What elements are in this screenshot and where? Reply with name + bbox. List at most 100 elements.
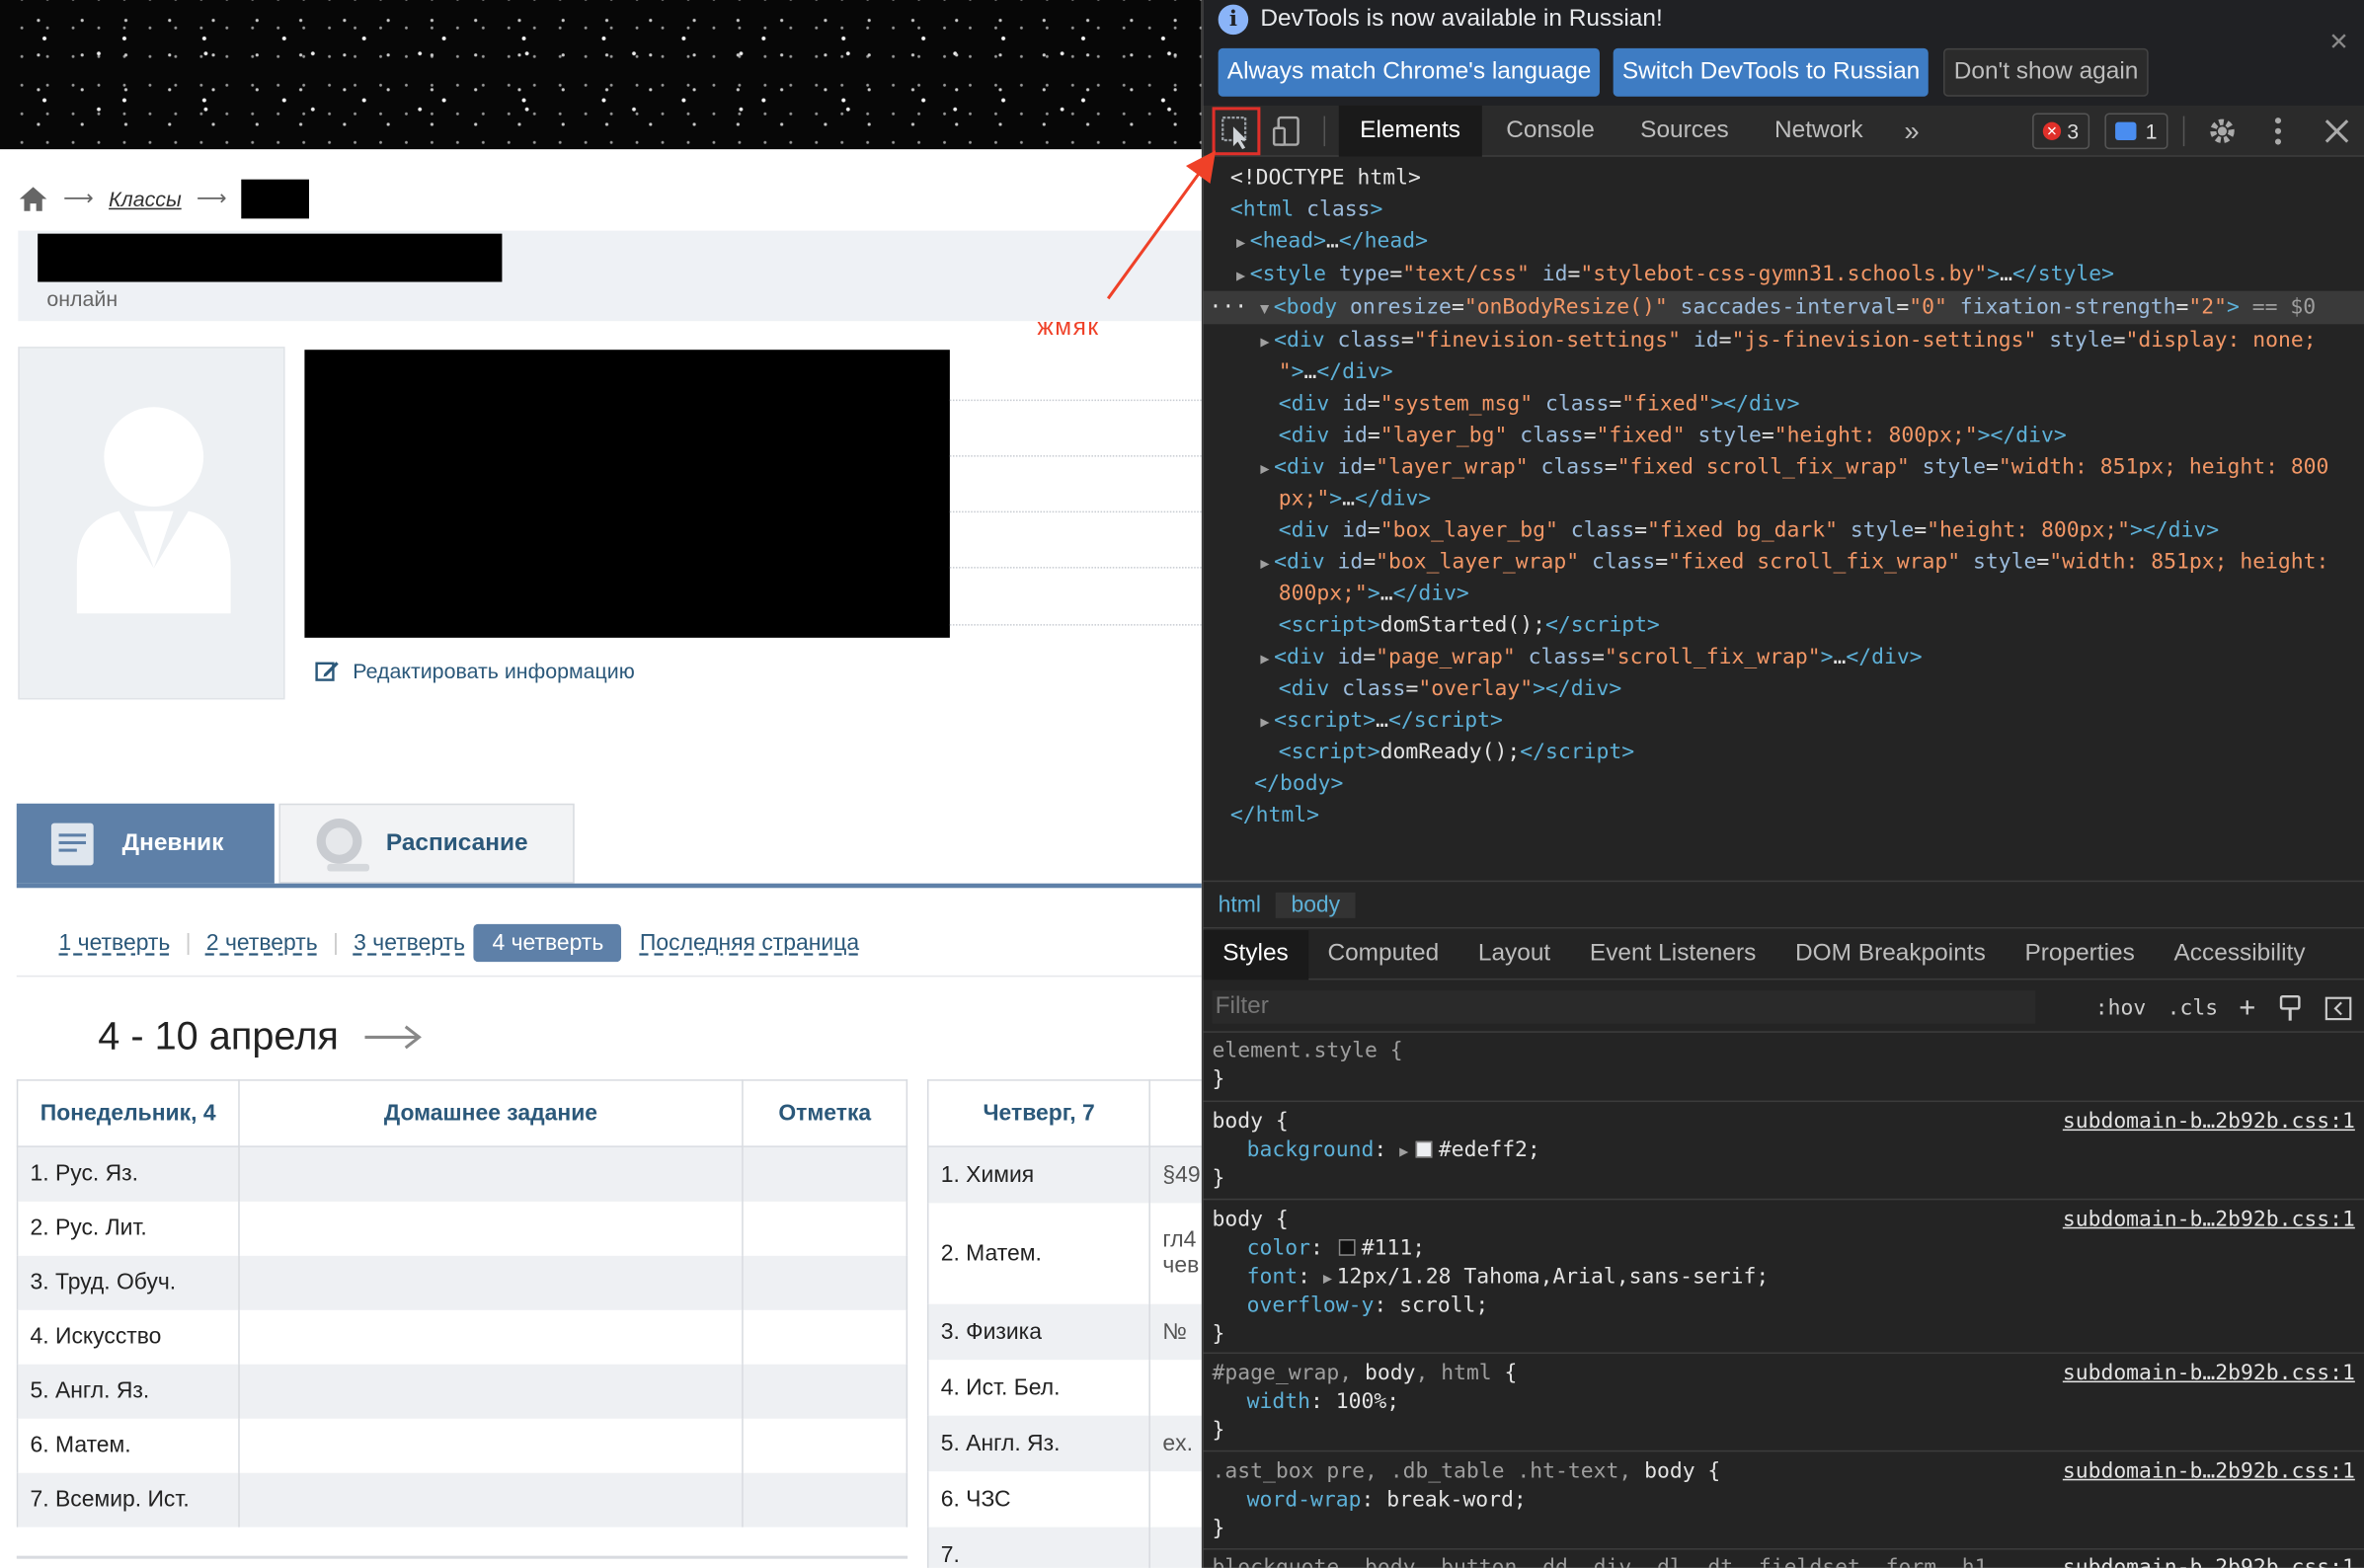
always-match-language-button[interactable]: Always match Chrome's language (1218, 47, 1601, 97)
inspect-element-button[interactable] (1212, 107, 1261, 156)
table-row: 5. Англ. Яз. ex. (926, 1414, 1202, 1471)
color-swatch[interactable] (1415, 1140, 1433, 1158)
new-rule-icon[interactable]: + (2240, 992, 2256, 1024)
tab-schedule[interactable]: Расписание (278, 803, 575, 884)
rule-page-wrap-width[interactable]: #page_wrap, body, html { subdomain-b…2b9… (1203, 1356, 2364, 1452)
errors-badge[interactable]: ✕ 3 (2032, 113, 2089, 150)
breadcrumb-classes-link[interactable]: Классы (109, 187, 182, 210)
dom-node[interactable]: <script>domStarted();</script> (1279, 610, 1660, 642)
dom-node[interactable]: ▶ <div id="box_layer_wrap" class="fixed s… (1260, 547, 2328, 579)
settings-gear-icon[interactable] (2204, 114, 2241, 150)
tab-sources[interactable]: Sources (1640, 106, 1729, 157)
dom-node[interactable]: <script>domReady();</script> (1279, 738, 1634, 769)
dom-node[interactable]: <div id="box_layer_bg" class="fixed bg_d… (1279, 515, 2219, 547)
subtab-styles[interactable]: Styles (1203, 929, 1308, 980)
more-tabs-icon[interactable]: » (1904, 106, 1919, 157)
table-row: 7. (926, 1526, 1202, 1568)
quarter-link-3[interactable]: 3 четверть (354, 930, 465, 956)
week-title: 4 - 10 апреля (98, 1013, 423, 1059)
messages-badge[interactable]: 1 (2104, 113, 2168, 150)
monday-table: Понедельник, 4 Домашнее задание Отметка … (16, 1079, 908, 1527)
rule-body-background[interactable]: body { subdomain-b…2b92b.css:1 backgroun… (1203, 1104, 2364, 1201)
source-link[interactable]: subdomain-b…2b92b.css:1 (2063, 1206, 2355, 1234)
close-infobar-icon[interactable]: ✕ (2328, 27, 2348, 57)
dom-node: ">…</div> (1278, 359, 1393, 385)
next-week-arrow-icon[interactable] (362, 1021, 423, 1052)
dom-node[interactable]: ▶ <style type="text/css" id="stylebot-css… (1236, 260, 2114, 291)
info-divider (949, 624, 1202, 626)
week-range: 4 - 10 апреля (98, 1013, 339, 1058)
lesson-cell: 7. Всемир. Ист. (16, 1471, 240, 1527)
dom-node[interactable]: ▶ <head>…</head> (1236, 226, 1428, 258)
subtab-properties[interactable]: Properties (2006, 929, 2155, 979)
quarter-link-4-active[interactable]: 4 четверть (474, 923, 622, 963)
dom-node[interactable]: ▶ <div class="finevision-settings" id="js… (1260, 326, 2316, 357)
dom-crumb-html[interactable]: html (1203, 892, 1276, 917)
dom-node[interactable]: ▶ <div id="page_wrap" class="scroll_fix_w… (1260, 642, 1922, 673)
dont-show-again-button[interactable]: Don't show again (1943, 47, 2150, 97)
source-link[interactable]: subdomain-b…2b92b.css:1 (2063, 1360, 2355, 1388)
lesson-cell: 4. Ист. Бел. (926, 1359, 1151, 1415)
last-page-link[interactable]: Последняя страница (640, 930, 859, 956)
dom-node[interactable]: <div id="layer_bg" class="fixed" style="… (1279, 421, 2067, 452)
message-icon (2115, 121, 2137, 140)
info-divider (949, 455, 1202, 457)
rule-word-wrap[interactable]: .ast_box pre, .db_table .ht-text, body {… (1203, 1453, 2364, 1550)
paint-brush-icon[interactable] (2276, 994, 2303, 1021)
tab-network[interactable]: Network (1774, 106, 1863, 157)
close-devtools-icon[interactable] (2319, 114, 2355, 150)
device-toggle-icon[interactable] (1270, 114, 1306, 150)
redacted-class-name (241, 179, 310, 219)
kebab-menu-icon[interactable] (2260, 114, 2297, 150)
home-icon[interactable] (18, 184, 48, 214)
dom-node[interactable]: <!DOCTYPE html> (1230, 163, 1421, 195)
lesson-cell: 1. Рус. Яз. (16, 1146, 240, 1202)
table-row: 1. Химия §49 (926, 1146, 1202, 1203)
dom-node[interactable]: <html class> (1230, 195, 1382, 226)
error-icon: ✕ (2042, 121, 2062, 140)
dom-node[interactable]: </body> (1254, 769, 1343, 801)
dom-node[interactable]: </html> (1230, 801, 1319, 832)
hov-toggle[interactable]: :hov (2095, 995, 2146, 1019)
table-row: 2. Матем. гл4 чев (926, 1202, 1202, 1303)
edit-icon (315, 662, 339, 681)
dom-node-body-selected[interactable]: ··· ▼ <body onresize="onBodyResize()" sac… (1209, 292, 2316, 324)
subtab-dom-breakpoints[interactable]: DOM Breakpoints (1775, 929, 2005, 979)
source-link[interactable]: subdomain-b…2b92b.css:1 (2063, 1108, 2355, 1137)
cls-toggle[interactable]: .cls (2167, 995, 2218, 1019)
rule-body-font[interactable]: body { subdomain-b…2b92b.css:1 color: #1… (1203, 1202, 2364, 1355)
homework-cell: §49 (1148, 1146, 1202, 1203)
dom-node[interactable]: ▶ <div id="layer_wrap" class="fixed scrol… (1260, 452, 2328, 484)
styles-filter-input[interactable] (1212, 990, 2036, 1024)
subtab-accessibility[interactable]: Accessibility (2155, 929, 2325, 979)
source-link[interactable]: subdomain-b…2b92b.css:1 (2063, 1457, 2355, 1486)
subtab-event-listeners[interactable]: Event Listeners (1570, 929, 1775, 979)
tab-elements[interactable]: Elements (1338, 105, 1482, 157)
source-link[interactable]: subdomain-b…2b92b.css:1 (2063, 1554, 2355, 1568)
annotation-label: жмяк (1037, 315, 1100, 342)
table-row: 6. ЧЗС (926, 1470, 1202, 1527)
tab-diary[interactable]: Дневник (16, 803, 275, 884)
subtab-computed[interactable]: Computed (1308, 929, 1458, 979)
breadcrumb-arrow-icon: ⟶ (196, 187, 227, 211)
quarter-link-2[interactable]: 2 четверть (206, 930, 318, 956)
dom-node[interactable]: ▶ <script>…</script> (1260, 706, 1502, 738)
sidebar-toggle-icon[interactable] (2325, 994, 2352, 1021)
infobar-message: DevTools is now available in Russian! (1260, 6, 1663, 33)
dom-node[interactable]: <div id="system_msg" class="fixed"></div… (1279, 389, 1800, 421)
info-divider (949, 567, 1202, 569)
rule-element-style[interactable]: element.style { } (1203, 1034, 2364, 1103)
user-silhouette-icon (76, 407, 231, 614)
color-swatch[interactable] (1338, 1239, 1356, 1256)
table-row: 2. Рус. Лит. (16, 1201, 908, 1256)
rule-reset[interactable]: blockquote, body, button, dd, div, dl, d… (1203, 1551, 2364, 1568)
subtab-layout[interactable]: Layout (1458, 929, 1570, 979)
dom-crumb-body[interactable]: body (1276, 892, 1356, 918)
school-website: ⟶ Классы ⟶ онлайн Редактировать информац… (0, 0, 1202, 1568)
edit-info-link[interactable]: Редактировать информацию (314, 658, 635, 684)
tab-console[interactable]: Console (1506, 106, 1595, 157)
bell-icon (316, 818, 370, 871)
dom-node[interactable]: <div class="overlay"></div> (1279, 673, 1622, 705)
switch-to-russian-button[interactable]: Switch DevTools to Russian (1613, 47, 1930, 97)
quarter-link-1[interactable]: 1 четверть (59, 930, 171, 956)
